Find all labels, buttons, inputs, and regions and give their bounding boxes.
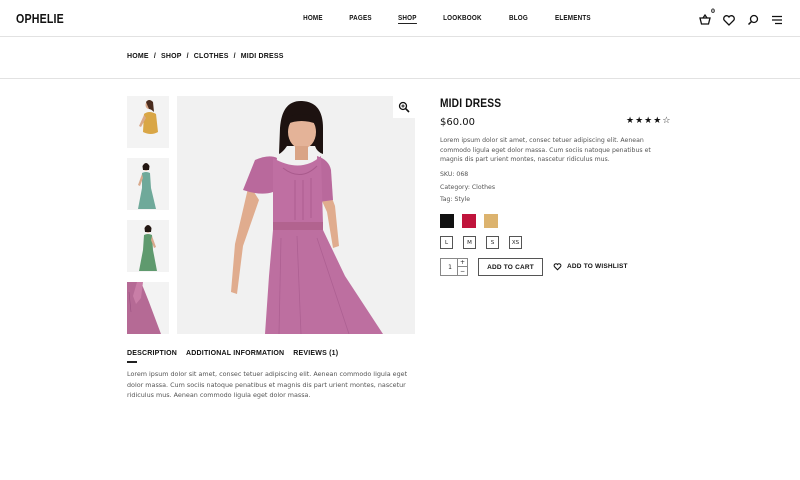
cart-count-badge: 0 [710, 8, 715, 15]
wishlist-label: ADD TO WISHLIST [567, 263, 628, 270]
nav-pages[interactable]: PAGES [349, 15, 372, 24]
breadcrumb: HOME / SHOP / CLOTHES / MIDI DRESS [127, 53, 284, 60]
quantity-stepper: 1 + − [440, 258, 468, 276]
color-swatch-black[interactable] [440, 214, 454, 228]
active-tab-indicator [127, 361, 137, 363]
breadcrumb-separator: / [186, 53, 189, 60]
cart-icon[interactable]: 0 [698, 8, 715, 26]
breadcrumb-shop[interactable]: SHOP [161, 53, 182, 60]
nav-elements[interactable]: ELEMENTS [555, 15, 591, 24]
teal-dress-thumbnail[interactable] [127, 158, 169, 210]
color-swatches [440, 214, 506, 228]
size-option-l[interactable]: L [440, 236, 453, 249]
product-tabs: DESCRIPTION ADDITIONAL INFORMATION REVIE… [127, 350, 347, 357]
product-price: $60.00 [440, 117, 475, 128]
breadcrumb-bar: HOME / SHOP / CLOTHES / MIDI DRESS [0, 38, 800, 79]
site-logo[interactable]: OPHELIE [16, 11, 64, 26]
tab-description[interactable]: DESCRIPTION [127, 350, 177, 357]
color-swatch-tan[interactable] [484, 214, 498, 228]
search-icon[interactable] [746, 12, 760, 26]
nav-shop[interactable]: SHOP [397, 15, 417, 24]
heart-icon [553, 263, 562, 271]
product-description: Lorem ipsum dolor sit amet, consec tetue… [440, 137, 651, 164]
product-category[interactable]: Category: Clothes [440, 184, 495, 191]
add-to-cart-button[interactable]: ADD TO CART [478, 258, 543, 276]
zoom-in-icon[interactable] [393, 96, 415, 118]
star-empty-icon: ☆ [662, 116, 672, 126]
breadcrumb-home[interactable]: HOME [127, 53, 149, 60]
tab-description-content: Lorem ipsum dolor sit amet, consec tetue… [127, 370, 408, 400]
menu-icon[interactable] [770, 12, 784, 26]
color-swatch-red[interactable] [462, 214, 476, 228]
size-options: L M S XS [440, 236, 532, 249]
quantity-decrease-button[interactable]: − [457, 267, 467, 275]
size-option-xs[interactable]: XS [509, 236, 522, 249]
tab-reviews[interactable]: REVIEWS (1) [293, 350, 338, 357]
header-icons: 0 [688, 8, 784, 26]
product-title: MIDI DRESS [440, 96, 502, 110]
breadcrumb-separator: / [233, 53, 236, 60]
nav-lookbook[interactable]: LOOKBOOK [444, 15, 483, 24]
star-filled-icon: ★ [635, 116, 645, 126]
size-option-s[interactable]: S [486, 236, 499, 249]
green-dress-thumbnail[interactable] [127, 220, 169, 272]
mustard-top-thumbnail[interactable] [127, 96, 169, 148]
star-filled-icon: ★ [653, 116, 663, 126]
size-option-m[interactable]: M [463, 236, 476, 249]
breadcrumb-separator: / [153, 53, 156, 60]
pink-dress-detail-thumbnail[interactable] [127, 282, 169, 334]
breadcrumb-current: MIDI DRESS [240, 53, 284, 60]
star-filled-icon: ★ [626, 116, 636, 126]
heart-icon[interactable] [722, 12, 736, 26]
site-header: OPHELIE HOME PAGES SHOP LOOKBOOK BLOG EL… [0, 0, 800, 37]
product-sku: SKU: 068 [440, 171, 469, 178]
nav-home[interactable]: HOME [303, 15, 323, 24]
star-filled-icon: ★ [644, 116, 654, 126]
product-tag[interactable]: Tag: Style [440, 196, 470, 203]
rating-stars[interactable]: ★★★★☆ [626, 116, 671, 126]
tab-additional-information[interactable]: ADDITIONAL INFORMATION [186, 350, 284, 357]
add-to-wishlist-link[interactable]: ADD TO WISHLIST [553, 262, 628, 271]
pink-midi-dress-image [177, 96, 415, 334]
thumbnail-list [127, 96, 169, 344]
quantity-increase-button[interactable]: + [457, 259, 467, 267]
nav-blog[interactable]: BLOG [509, 15, 528, 24]
main-nav: HOME PAGES SHOP LOOKBOOK BLOG ELEMENTS [302, 15, 617, 24]
breadcrumb-clothes[interactable]: CLOTHES [194, 53, 229, 60]
